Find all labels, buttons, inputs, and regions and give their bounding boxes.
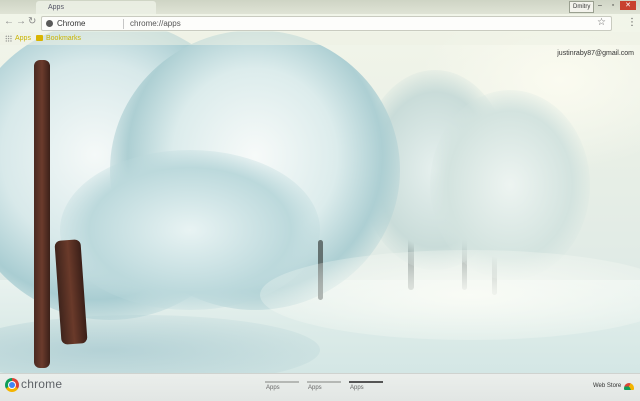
- web-store-link[interactable]: Web Store: [593, 383, 621, 389]
- page-indicator-1[interactable]: [265, 381, 299, 383]
- back-button[interactable]: ←: [4, 16, 14, 27]
- star-icon[interactable]: ☆: [597, 17, 606, 29]
- close-button[interactable]: ✕: [620, 1, 636, 10]
- url-text[interactable]: chrome://apps: [130, 18, 181, 30]
- maximize-button[interactable]: ▫: [607, 1, 619, 10]
- omnibox-divider: [123, 19, 124, 29]
- bookmark-bookmarks[interactable]: Bookmarks: [46, 33, 81, 44]
- minimize-button[interactable]: –: [594, 1, 606, 10]
- wallpaper-winter-forest: [0, 0, 640, 400]
- address-bar[interactable]: Chrome chrome://apps ☆: [41, 16, 612, 31]
- chrome-brand: chrome: [21, 377, 63, 391]
- page-label-3[interactable]: Apps: [350, 385, 364, 391]
- page-indicator-3[interactable]: [349, 381, 383, 383]
- bookmarks-bar: [0, 32, 640, 45]
- tree-trunk: [34, 60, 50, 368]
- folder-icon[interactable]: [36, 35, 43, 41]
- apps-grid-icon[interactable]: [5, 35, 12, 42]
- page-label-2[interactable]: Apps: [308, 385, 322, 391]
- account-email[interactable]: justinraby87@gmail.com: [557, 50, 634, 57]
- chrome-favicon: [46, 20, 53, 27]
- site-label: Chrome: [57, 19, 86, 28]
- chrome-logo-icon: [5, 378, 19, 392]
- reload-button[interactable]: ↻: [28, 16, 36, 27]
- tab-title: Apps: [48, 4, 64, 11]
- webstore-icon[interactable]: [624, 383, 634, 390]
- tab-apps[interactable]: Apps: [36, 1, 156, 14]
- profile-name: Dmitry: [573, 4, 591, 10]
- page-indicator-2[interactable]: [307, 381, 341, 383]
- page-label-1[interactable]: Apps: [266, 385, 280, 391]
- profile-button[interactable]: Dmitry: [569, 1, 595, 13]
- forward-button[interactable]: →: [16, 16, 26, 27]
- menu-icon[interactable]: ⋮: [627, 17, 637, 29]
- bookmark-apps[interactable]: Apps: [15, 33, 31, 44]
